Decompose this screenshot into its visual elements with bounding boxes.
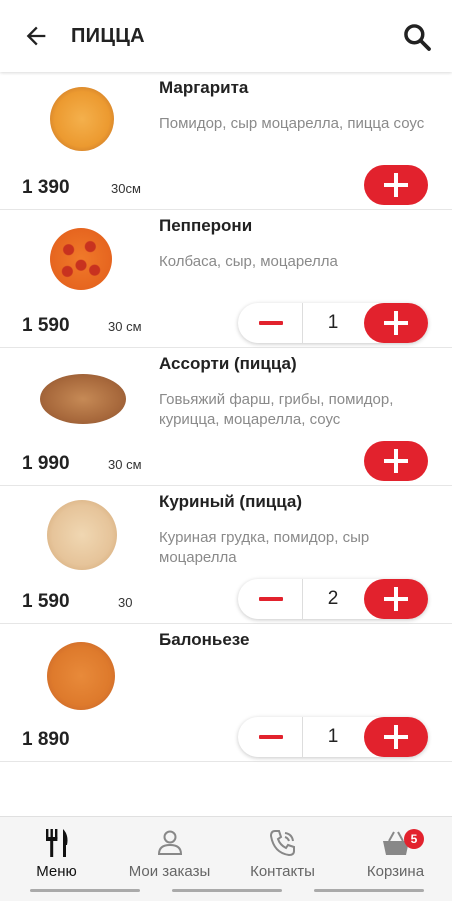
- nav-label: Корзина: [366, 863, 425, 880]
- system-indicator: [314, 889, 424, 892]
- product-price: 1 990: [22, 453, 70, 474]
- product-name: Балоньезе: [159, 630, 250, 649]
- product-card: Маргарита Помидор, сыр моцарелла, пицца …: [0, 72, 452, 210]
- product-size: 30 см: [108, 319, 142, 334]
- pizza-image: [50, 87, 114, 151]
- product-name: Куриный (пицца): [159, 492, 303, 511]
- product-name: Ассорти (пицца): [159, 354, 297, 373]
- user-icon: [157, 830, 183, 855]
- pizza-image: [47, 642, 115, 710]
- product-list: Маргарита Помидор, сыр моцарелла, пицца …: [0, 72, 452, 762]
- nav-label: Меню: [36, 863, 77, 880]
- product-price: 1 590: [22, 591, 70, 612]
- quantity-value: 2: [327, 588, 339, 609]
- quantity-stepper: 2: [238, 579, 428, 619]
- quantity-value: 1: [327, 312, 339, 333]
- nav-label: Контакты: [250, 863, 315, 880]
- cutlery-icon: [46, 829, 68, 857]
- cart-count-badge: 5: [404, 829, 424, 849]
- product-card: Куриный (пицца) Куриная грудка, помидор,…: [0, 486, 452, 624]
- arrow-left-icon[interactable]: [22, 22, 50, 50]
- decrease-button[interactable]: [238, 717, 303, 757]
- bottom-navigation: Меню Мои заказы Контакты 5 Корзина: [0, 816, 452, 901]
- quantity-stepper: 1: [238, 717, 428, 757]
- decrease-button[interactable]: [238, 303, 303, 343]
- product-card: Балоньезе 1 890 1: [0, 624, 452, 762]
- quantity-value: 1: [327, 726, 339, 747]
- product-description: Куриная грудка, помидор, сыр моцарелла: [159, 529, 370, 566]
- increase-button[interactable]: [364, 303, 428, 343]
- product-size: 30 см: [108, 457, 142, 472]
- add-button[interactable]: [364, 165, 428, 205]
- increase-button[interactable]: [364, 717, 428, 757]
- product-name: Пепперони: [159, 216, 253, 235]
- increase-button[interactable]: [364, 579, 428, 619]
- product-size: 30см: [111, 181, 141, 196]
- pizza-image: [47, 500, 117, 570]
- add-button[interactable]: [364, 441, 428, 481]
- product-name: Маргарита: [159, 78, 249, 97]
- product-card: Ассорти (пицца) Говьяжий фарш, грибы, по…: [0, 348, 452, 486]
- app-bar: ПИЦЦА: [0, 0, 452, 72]
- pizza-image: [40, 374, 126, 424]
- product-description: Помидор, сыр моцарелла, пицца соус: [159, 115, 425, 132]
- system-indicator: [172, 889, 282, 892]
- product-description: Говьяжий фарш, грибы, помидор, курицца, …: [159, 391, 394, 428]
- product-price: 1 390: [22, 177, 70, 198]
- page-title: ПИЦЦА: [71, 25, 145, 47]
- pizza-image: [50, 228, 112, 290]
- product-price: 1 890: [22, 729, 70, 750]
- product-size: 30: [118, 595, 133, 610]
- product-card: Пепперони Колбаса, сыр, моцарелла 1 590 …: [0, 210, 452, 348]
- decrease-button[interactable]: [238, 579, 303, 619]
- nav-label: Мои заказы: [128, 863, 211, 880]
- search-icon[interactable]: [401, 21, 433, 53]
- product-price: 1 590: [22, 315, 70, 336]
- system-indicator: [30, 889, 140, 892]
- phone-icon: [269, 830, 295, 857]
- quantity-stepper: 1: [238, 303, 428, 343]
- product-description: Колбаса, сыр, моцарелла: [159, 253, 338, 270]
